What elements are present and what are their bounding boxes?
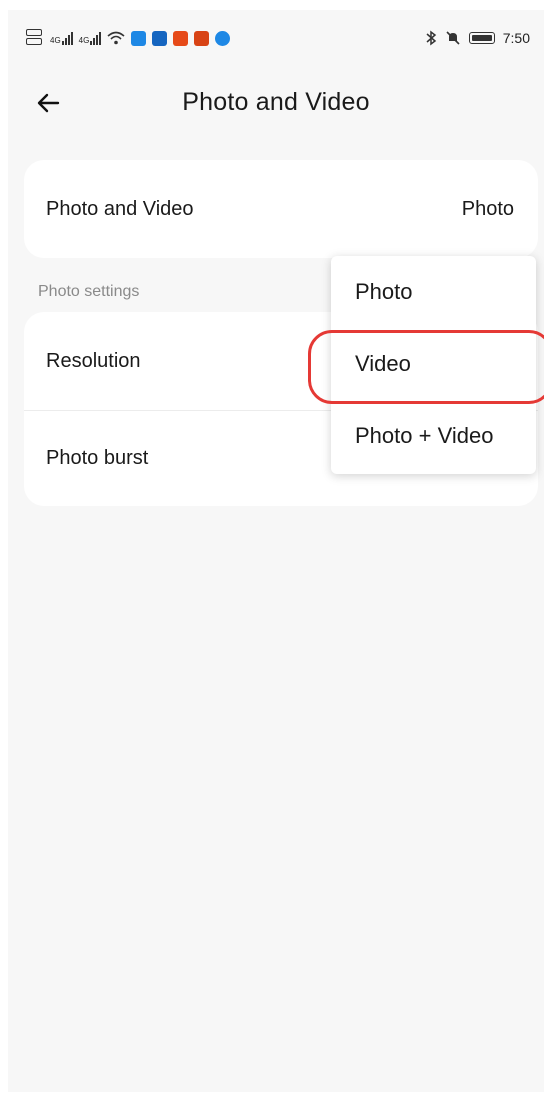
- option-label: Photo + Video: [355, 423, 494, 448]
- photo-video-mode-row[interactable]: Photo and Video Photo: [24, 160, 538, 258]
- mode-dropdown: Photo Video Photo + Video: [331, 256, 536, 474]
- dropdown-option-photo[interactable]: Photo: [331, 256, 536, 328]
- mode-value: Photo: [461, 197, 514, 220]
- phone-screen: 4G 4G 7:50 Photo and Video Photo and Vid…: [8, 10, 544, 1092]
- mode-label: Photo and Video: [46, 197, 194, 220]
- sim-card-icon: [26, 29, 44, 47]
- signal-icon-2: 4G: [79, 31, 102, 45]
- signal-label: 4G: [50, 36, 61, 45]
- app-header: Photo and Video: [8, 74, 544, 134]
- wifi-icon: [107, 31, 125, 45]
- status-right: 7:50: [425, 30, 530, 46]
- signal-icon: 4G: [50, 31, 73, 45]
- app-notification-icon: [173, 30, 189, 46]
- photo-burst-label: Photo burst: [46, 447, 149, 469]
- dropdown-option-photo-video[interactable]: Photo + Video: [331, 400, 536, 472]
- app-notification-icon: [131, 30, 147, 46]
- page-title: Photo and Video: [182, 88, 370, 116]
- resolution-label: Resolution: [46, 349, 141, 372]
- battery-icon: [468, 32, 495, 44]
- app-notification-icon: [215, 30, 231, 46]
- dropdown-option-video[interactable]: Video: [331, 328, 536, 400]
- option-label: Photo: [355, 279, 413, 304]
- bluetooth-icon: [426, 30, 436, 46]
- section-label: Photo settings: [38, 283, 140, 300]
- bell-off-icon: [446, 31, 460, 45]
- status-time: 7:50: [502, 30, 530, 46]
- status-left: 4G 4G: [26, 29, 231, 47]
- status-bar: 4G 4G 7:50: [8, 10, 544, 66]
- app-notification-icon: [152, 30, 168, 46]
- mode-card: Photo and Video Photo: [24, 160, 538, 258]
- signal-label-2: 4G: [78, 36, 90, 45]
- option-label: Video: [355, 351, 411, 376]
- app-notification-icon: [194, 30, 210, 46]
